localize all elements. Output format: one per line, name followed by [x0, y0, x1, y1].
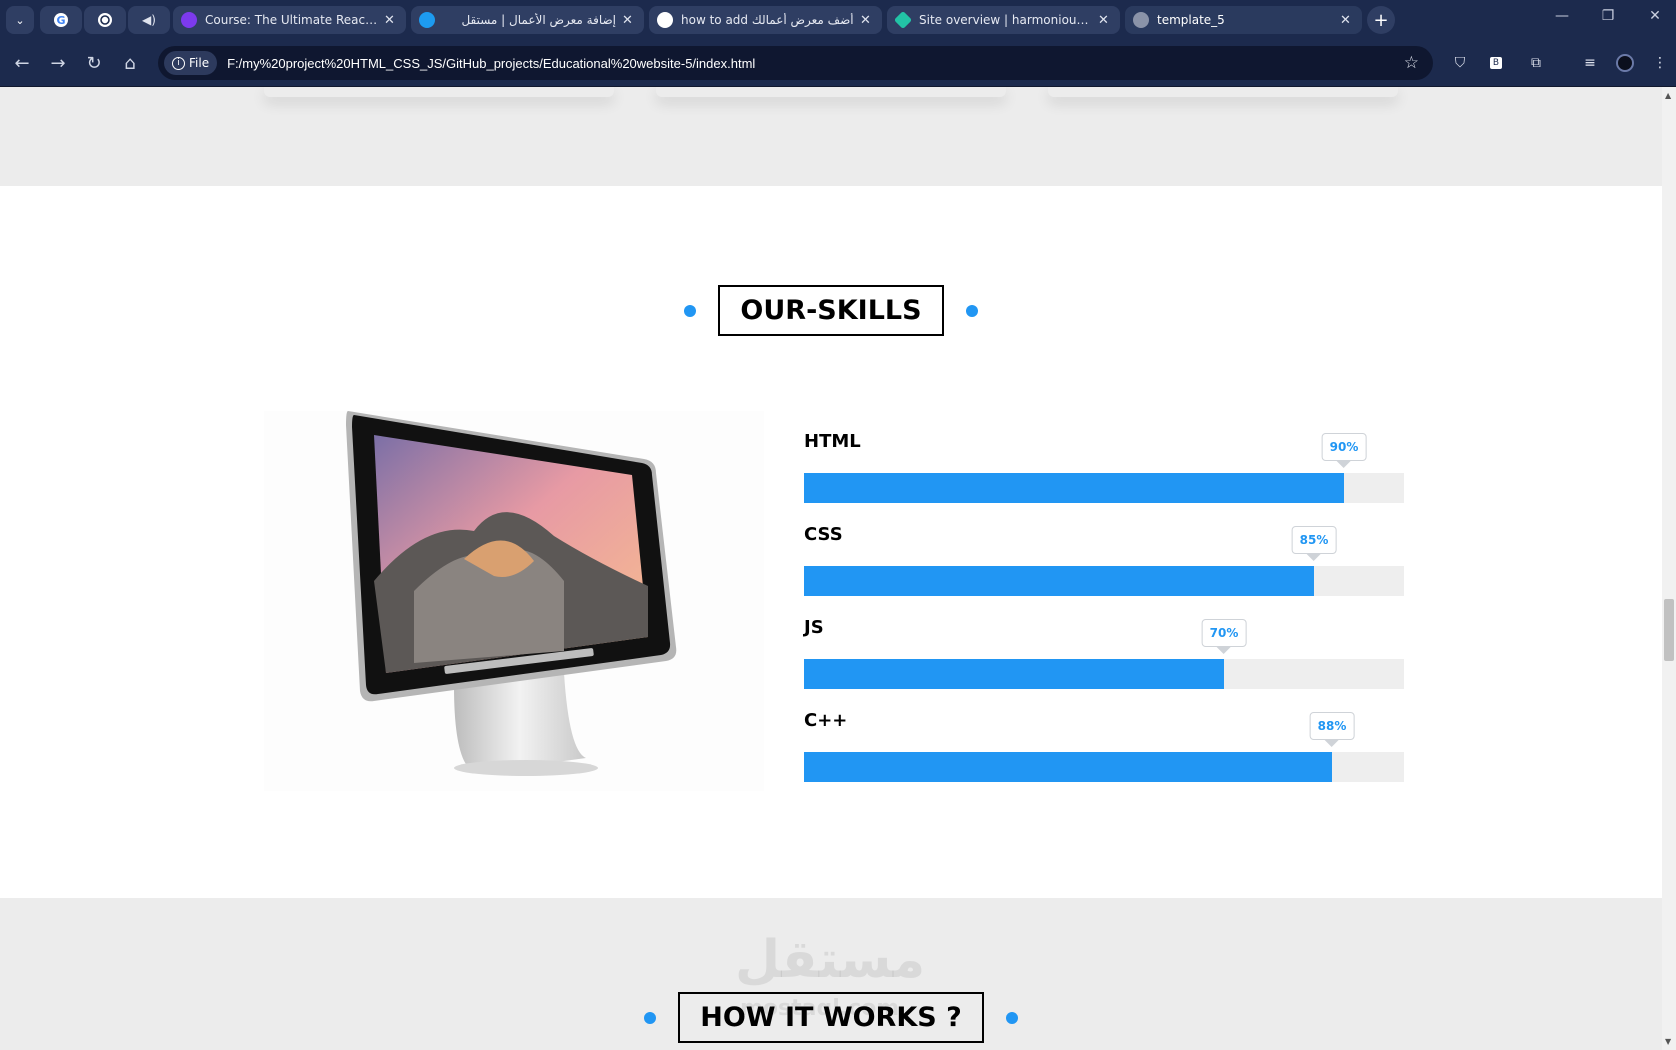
tab-title: إضافة معرض الأعمال | مستقل	[461, 13, 616, 27]
address-bar[interactable]: i File F:/my%20project%20HTML_CSS_JS/Git…	[158, 46, 1433, 80]
minimize-icon[interactable]: —	[1550, 8, 1574, 24]
restore-icon[interactable]: ❐	[1596, 8, 1620, 24]
skill-percent-badge: 88%	[1309, 712, 1355, 740]
tab-title: Course: The Ultimate React Cou	[205, 13, 378, 27]
close-tab-icon[interactable]: ✕	[860, 13, 874, 28]
card-bottom-shadow	[264, 87, 614, 97]
skill-percent-badge: 85%	[1291, 526, 1337, 554]
forward-icon[interactable]: →	[46, 51, 70, 75]
bookmark-star-icon[interactable]: ☆	[1404, 53, 1419, 73]
tab-title: Site overview | harmonious-gec	[919, 13, 1092, 27]
site-info-label: File	[189, 56, 210, 70]
skill-percent-badge: 90%	[1321, 433, 1367, 461]
monitor-image	[264, 411, 764, 791]
heading-dot	[1005, 1011, 1018, 1024]
home-icon[interactable]: ⌂	[118, 51, 142, 75]
reload-icon[interactable]: ↻	[82, 51, 106, 75]
profile-avatar[interactable]	[1615, 53, 1635, 73]
udemy-icon	[181, 12, 197, 28]
skill-name: C++	[804, 710, 848, 731]
skill-percent-badge: 70%	[1201, 619, 1247, 647]
google-icon	[657, 12, 673, 28]
pinned-tab-google[interactable]: G	[40, 6, 82, 34]
skill-progress-fill	[804, 752, 1332, 782]
browser-toolbar: ← → ↻ ⌂ i File F:/my%20project%20HTML_CS…	[0, 40, 1676, 87]
google-icon: G	[54, 13, 68, 27]
close-window-icon[interactable]: ✕	[1643, 8, 1667, 24]
skill-progress-track	[804, 659, 1404, 689]
scroll-thumb[interactable]	[1664, 599, 1674, 661]
url-text[interactable]: F:/my%20project%20HTML_CSS_JS/GitHub_pro…	[227, 56, 755, 71]
card-bottom-shadow	[656, 87, 1006, 97]
shield-extension-icon[interactable]: ⛉	[1450, 53, 1470, 73]
skill-progress-track	[804, 566, 1404, 596]
tab-google-search[interactable]: how to add أضف معرض أعمالك ✕	[649, 6, 882, 34]
tab-search-icon[interactable]: ⌄	[6, 6, 34, 34]
how-heading-wrap: HOW IT WORKS ?	[0, 992, 1662, 1043]
card-bottom-shadow	[1048, 87, 1398, 97]
skill-name: CSS	[804, 524, 843, 545]
how-it-works-heading: HOW IT WORKS ?	[678, 992, 984, 1043]
pinned-tab-audio[interactable]: ◀)	[128, 6, 170, 34]
tab-mostaql-portfolio[interactable]: إضافة معرض الأعمال | مستقل ✕	[411, 6, 644, 34]
scroll-up-arrow-icon[interactable]: ▲	[1665, 91, 1671, 100]
skill-progress-track	[804, 752, 1404, 782]
site-info-chip[interactable]: i File	[164, 51, 218, 75]
heading-dot	[965, 304, 978, 317]
close-tab-icon[interactable]: ✕	[1098, 13, 1112, 28]
close-tab-icon[interactable]: ✕	[1340, 13, 1354, 28]
skill-progress-fill	[804, 473, 1344, 503]
new-tab-button[interactable]: +	[1367, 6, 1395, 34]
mostaql-icon	[419, 12, 435, 28]
skill-progress-fill	[804, 566, 1314, 596]
extensions-puzzle-icon[interactable]: ⧉	[1526, 53, 1546, 73]
pinned-tab-chatgpt[interactable]	[84, 6, 126, 34]
back-icon[interactable]: ←	[10, 51, 34, 75]
skills-heading: OUR-SKILLS	[718, 285, 944, 336]
menu-kebab-icon[interactable]: ⋮	[1650, 53, 1670, 73]
skills-section: OUR-SKILLS HTML 90% CSS 85% JS 70% C++ 8…	[0, 186, 1662, 898]
tab-title: template_5	[1157, 13, 1225, 27]
skill-name: HTML	[804, 431, 861, 452]
chatgpt-icon	[98, 13, 112, 27]
close-tab-icon[interactable]: ✕	[622, 13, 636, 28]
mostaql-watermark: مستقل	[735, 930, 926, 990]
heading-dot	[684, 304, 697, 317]
b-extension-icon[interactable]: B	[1486, 53, 1506, 73]
close-tab-icon[interactable]: ✕	[384, 13, 398, 28]
tab-template-5[interactable]: template_5 ✕	[1125, 6, 1362, 34]
tab-strip: ⌄ G ◀) Course: The Ultimate React Cou ✕ …	[0, 0, 1676, 40]
globe-icon	[1133, 12, 1149, 28]
skill-progress-fill	[804, 659, 1224, 689]
skill-progress-track	[804, 473, 1404, 503]
heading-dot	[644, 1011, 657, 1024]
info-icon: i	[172, 56, 185, 70]
skills-heading-wrap: OUR-SKILLS	[0, 285, 1662, 336]
tab-react-course[interactable]: Course: The Ultimate React Cou ✕	[173, 6, 406, 34]
media-queue-icon[interactable]: ≡	[1580, 53, 1600, 73]
netlify-icon	[893, 10, 913, 30]
tab-title: how to add أضف معرض أعمالك	[681, 13, 854, 27]
tab-site-overview[interactable]: Site overview | harmonious-gec ✕	[887, 6, 1120, 34]
page-scrollbar[interactable]: ▲ ▼	[1662, 87, 1676, 1050]
speaker-icon: ◀)	[142, 13, 156, 27]
svg-text:G: G	[56, 14, 65, 27]
scroll-down-arrow-icon[interactable]: ▼	[1665, 1037, 1671, 1046]
skill-name: JS	[804, 617, 824, 638]
how-it-works-section: مستقل mostaql.com HOW IT WORKS ?	[0, 898, 1662, 1050]
page-viewport: OUR-SKILLS HTML 90% CSS 85% JS 70% C++ 8…	[0, 87, 1662, 1050]
